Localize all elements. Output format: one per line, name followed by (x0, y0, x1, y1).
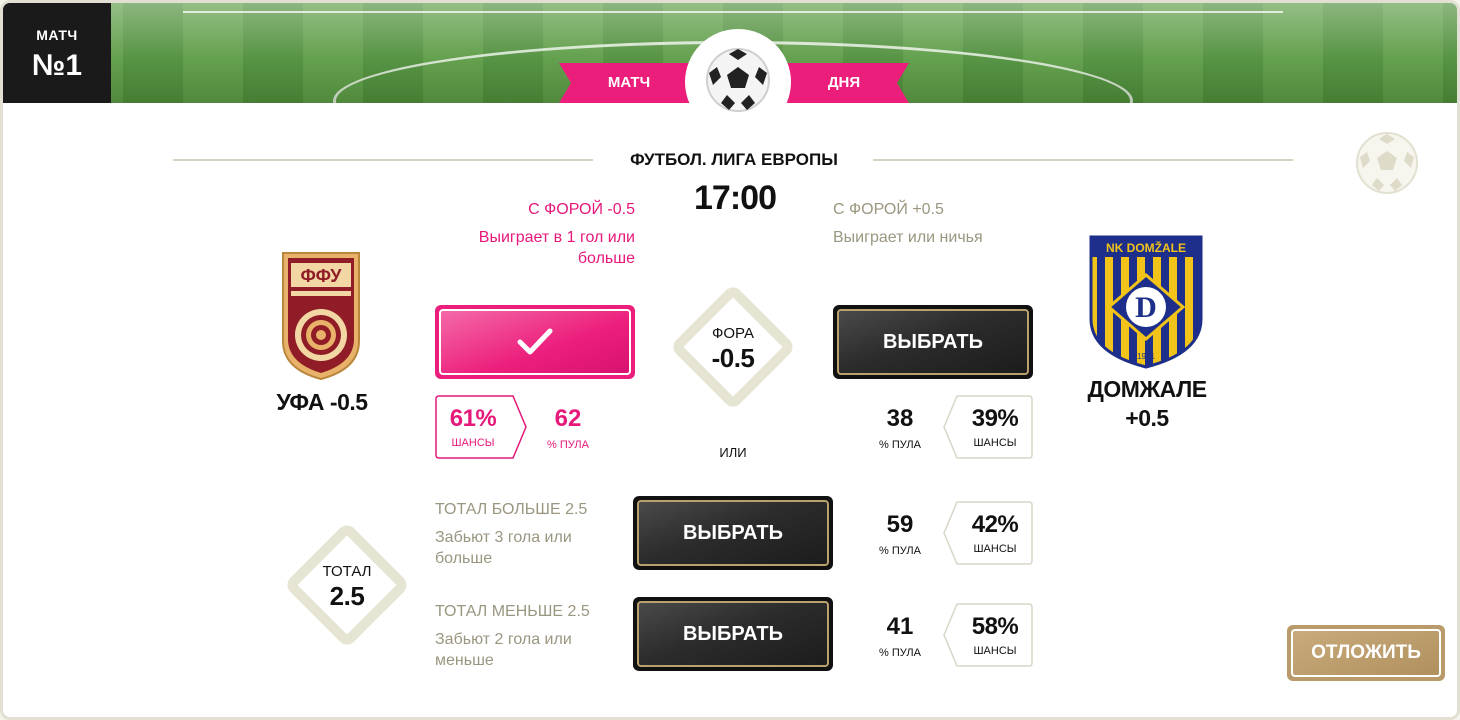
svg-text:D: D (1135, 291, 1157, 324)
handicap-diamond: ФОРА -0.5 (669, 283, 797, 411)
header-ball (685, 29, 791, 135)
away-team-name: ДОМЖАЛЕ +0.5 (1087, 376, 1207, 431)
or-separator: ИЛИ (719, 445, 747, 460)
home-pool-value: 62 (554, 405, 582, 432)
home-selected-button[interactable] (435, 305, 635, 379)
svg-text:1921: 1921 (1137, 352, 1155, 361)
away-pool-value: 38 (886, 405, 914, 432)
league-title: ФУТБОЛ. ЛИГА ЕВРОПЫ (630, 150, 838, 169)
home-chance-label: ШАНСЫ (451, 437, 495, 449)
home-team-name: УФА -0.5 (276, 389, 368, 415)
away-pool: 38 % ПУЛА (865, 405, 935, 451)
away-select-button[interactable]: ВЫБРАТЬ (833, 305, 1033, 379)
home-pool: 62 % ПУЛА (533, 405, 603, 451)
under-title: ТОТАЛ МЕНЬШЕ 2.5 (435, 603, 590, 620)
svg-text:ФФУ: ФФУ (300, 266, 342, 286)
decorative-ball-icon (1355, 131, 1419, 200)
home-handicap-title: С ФОРОЙ -0.5 (528, 201, 635, 218)
over-chance-pct: 42% (971, 511, 1019, 538)
over-chance-badge: 42% ШАНСЫ (943, 501, 1033, 565)
handicap-label: ФОРА (711, 325, 755, 342)
handicap-value: -0.5 (711, 343, 755, 373)
over-pool-label: % ПУЛА (879, 545, 921, 557)
match-label: МАТЧ (36, 27, 78, 43)
away-pool-label: % ПУЛА (879, 439, 921, 451)
pitch-line (183, 11, 1283, 13)
home-chance-badge: 61% ШАНСЫ (435, 395, 527, 459)
away-chance-badge: 39% ШАНСЫ (943, 395, 1033, 459)
over-pool-value: 59 (886, 511, 914, 538)
under-desc: Забьют 2 гола или меньше (435, 631, 572, 669)
over-pool: 59 % ПУЛА (865, 511, 935, 557)
svg-text:NK DOMŽALE: NK DOMŽALE (1106, 240, 1186, 255)
total-label: ТОТАЛ (322, 563, 372, 580)
postpone-button[interactable]: ОТЛОЖИТЬ (1287, 625, 1445, 681)
away-handicap-title: С ФОРОЙ +0.5 (833, 201, 944, 218)
away-chance-pct: 39% (971, 405, 1019, 432)
total-diamond: ТОТАЛ 2.5 (283, 521, 411, 649)
checkmark-icon (517, 328, 553, 355)
under-pool: 41 % ПУЛА (865, 613, 935, 659)
divider-right (873, 159, 1293, 161)
match-number-badge: МАТЧ №1 (3, 3, 111, 103)
soccer-ball-icon (706, 48, 770, 112)
away-handicap-desc: Выиграет или ничья (833, 229, 983, 246)
under-chance-pct: 58% (971, 613, 1019, 640)
over-title: ТОТАЛ БОЛЬШЕ 2.5 (435, 501, 588, 518)
home-chance-pct: 61% (449, 405, 497, 432)
divider-left (173, 159, 593, 161)
under-pool-label: % ПУЛА (879, 647, 921, 659)
under-chance-label: ШАНСЫ (973, 645, 1017, 657)
under-pool-value: 41 (886, 613, 914, 640)
away-chance-label: ШАНСЫ (973, 437, 1017, 449)
match-number: №1 (31, 49, 83, 82)
match-card: МАТЧ №1 МАТЧ ДНЯ ФУТБОЛ. ЛИГА ЕВРОПЫ 17:… (0, 0, 1460, 720)
total-value: 2.5 (329, 581, 365, 611)
team-logo-domzale: NK DOMŽALE D 1921 (1089, 235, 1203, 374)
home-pool-label: % ПУЛА (547, 439, 589, 451)
over-chance-label: ШАНСЫ (973, 543, 1017, 555)
over-select-button[interactable]: ВЫБРАТЬ (633, 496, 833, 570)
under-chance-badge: 58% ШАНСЫ (943, 603, 1033, 667)
team-logo-ufa: ФФУ (279, 249, 363, 386)
over-desc: Забьют 3 гола или больше (435, 529, 572, 567)
match-time: 17:00 (694, 179, 777, 217)
under-select-button[interactable]: ВЫБРАТЬ (633, 597, 833, 671)
home-handicap-desc: Выиграет в 1 гол или больше (478, 229, 635, 267)
